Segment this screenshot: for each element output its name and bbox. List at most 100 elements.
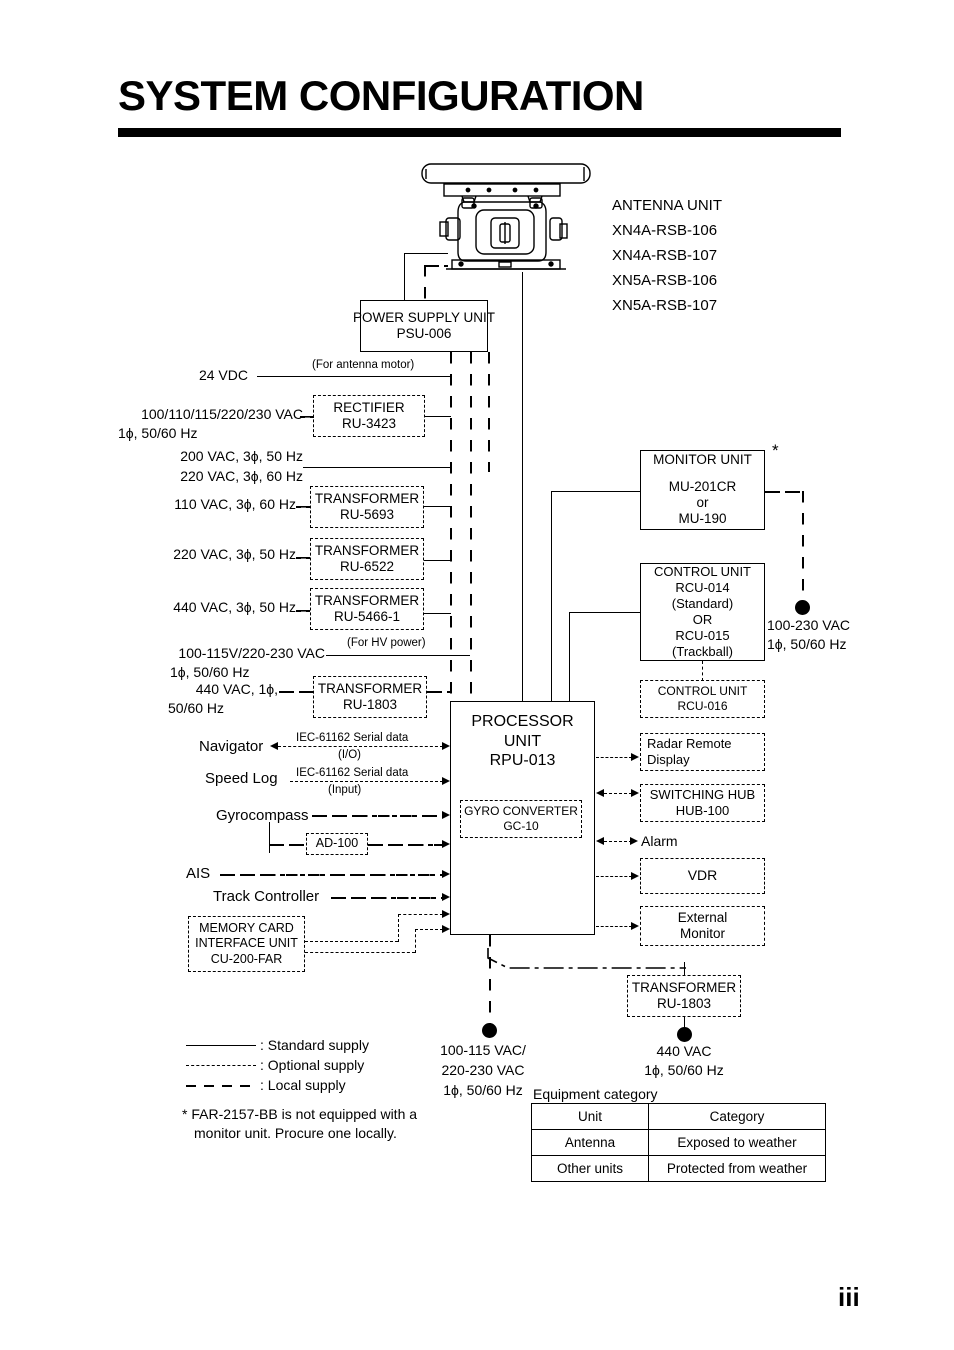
unit-transformer-5466[interactable]: TRANSFORMER RU-5466-1 <box>310 588 424 630</box>
arrow-memcard-a <box>442 910 450 918</box>
arrow-hub-right <box>631 789 639 797</box>
ad100-label: AD-100 <box>315 836 359 851</box>
tr5466-line-1: TRANSFORMER <box>314 592 420 608</box>
power-dot-bottom-right <box>677 1027 692 1042</box>
wire-ext-monitor <box>596 926 632 927</box>
monitor-line-3: MU-201CR <box>668 478 737 494</box>
wire-antenna-left-1-down <box>404 253 405 300</box>
unit-transformer-5693[interactable]: TRANSFORMER RU-5693 <box>310 486 424 528</box>
unit-transformer-6522[interactable]: TRANSFORMER RU-6522 <box>310 538 424 580</box>
wire-tr5693-out <box>424 506 451 507</box>
unit-radar-remote[interactable]: Radar Remote Display <box>640 733 765 771</box>
unit-control[interactable]: CONTROL UNIT RCU-014 (Standard) OR RCU-0… <box>640 563 765 661</box>
label-navigator: Navigator <box>199 738 264 755</box>
unit-transformer-1803-left[interactable]: TRANSFORMER RU-1803 <box>313 676 427 718</box>
footnote-line-1: * FAR-2157-BB is not equipped with a <box>182 1106 418 1122</box>
monitor-asterisk: * <box>772 441 779 460</box>
wire-tr6522-out <box>424 560 451 561</box>
title-rule <box>118 128 841 137</box>
antenna-model-1: XN4A-RSB-106 <box>612 222 718 239</box>
wire-antenna-left-2-down <box>424 265 426 300</box>
label-200vac: 200 VAC, 3ϕ, 50 Hz <box>180 448 303 464</box>
antenna-model-2: XN4A-RSB-107 <box>612 247 718 264</box>
label-440vac-1ph-b: 50/60 Hz <box>168 700 225 716</box>
wire-monitor-power-h <box>765 491 803 493</box>
table-row: Antenna Exposed to weather <box>531 1129 826 1156</box>
label-440vac-3ph: 440 VAC, 3ϕ, 50 Hz <box>173 599 296 615</box>
unit-transformer-1803-bottom[interactable]: TRANSFORMER RU-1803 <box>627 975 741 1017</box>
rectifier-line-1: RECTIFIER <box>333 399 405 415</box>
label-nav-data-2: (I/O) <box>338 749 361 761</box>
label-supply-bottom-2: 220-230 VAC <box>441 1062 525 1078</box>
label-110vac: 110 VAC, 3ϕ, 60 Hz <box>174 496 296 512</box>
arrow-memcard-b <box>442 925 450 933</box>
label-speed-data-2: (Input) <box>328 784 362 796</box>
wire-3ph-direct <box>303 467 451 468</box>
unit-memory-card[interactable]: MEMORY CARD INTERFACE UNIT CU-200-FAR <box>188 916 305 972</box>
label-hv-hz: 1ϕ, 50/60 Hz <box>170 664 250 680</box>
tr5693-line-1: TRANSFORMER <box>314 490 420 506</box>
wire-hub <box>604 793 632 794</box>
arrow-ad100 <box>442 840 450 848</box>
antenna-heading: ANTENNA UNIT <box>612 197 723 214</box>
wire-transformer-bottom-in <box>684 962 685 976</box>
label-gyrocompass: Gyrocompass <box>216 807 309 824</box>
monitor-line-5: MU-190 <box>678 511 727 527</box>
wire-tr6522-in <box>296 557 310 559</box>
label-speed-log: Speed Log <box>205 770 278 787</box>
unit-external-monitor[interactable]: External Monitor <box>640 906 765 946</box>
label-supply-bottom-1: 100-115 VAC/ <box>440 1042 526 1058</box>
arrow-navigator-left <box>270 742 278 750</box>
unit-ad-100[interactable]: AD-100 <box>306 833 368 855</box>
control-line-2: RCU-014 <box>675 580 730 596</box>
hub-line-1: SWITCHING HUB <box>649 787 756 803</box>
wire-ais <box>220 874 443 876</box>
unit-power-supply[interactable]: POWER SUPPLY UNIT PSU-006 <box>353 300 495 352</box>
psu-line-1: POWER SUPPLY UNIT <box>352 309 496 325</box>
label-alarm: Alarm <box>641 833 678 849</box>
wire-rectifier-out <box>425 416 451 417</box>
control016-line-2: RCU-016 <box>677 699 728 713</box>
cell-other-category: Protected from weather <box>648 1155 826 1182</box>
table-row: Other units Protected from weather <box>531 1155 826 1182</box>
label-supply-100-230-1: 100-230 VAC <box>767 617 851 633</box>
equipment-category-table: Unit Category Antenna Exposed to weather… <box>531 1103 826 1182</box>
tr1803l-line-2: RU-1803 <box>342 697 398 712</box>
label-nav-data-1: IEC-61162 Serial data <box>296 732 409 744</box>
wire-monitor-left <box>551 491 641 492</box>
wire-hv-direct <box>326 655 470 656</box>
bus-psu-c <box>488 352 490 472</box>
arrow-hub-left <box>596 789 604 797</box>
gyro-line-1: GYRO CONVERTER <box>464 804 578 819</box>
tr6522-line-2: RU-6522 <box>339 559 395 574</box>
footnote-line-2: monitor unit. Procure one locally. <box>194 1125 397 1141</box>
unit-switching-hub[interactable]: SWITCHING HUB HUB-100 <box>640 784 765 822</box>
label-track-controller: Track Controller <box>213 888 320 905</box>
processor-line-3: RPU-013 <box>489 752 556 770</box>
power-dot-bottom-left <box>482 1023 497 1038</box>
arrow-vdr <box>631 872 639 880</box>
extmon-line-2: Monitor <box>679 926 725 941</box>
unit-monitor[interactable]: MONITOR UNIT MU-201CR or MU-190 <box>640 450 765 530</box>
legend-swatch-dashed <box>186 1058 260 1072</box>
wire-memcard-b3 <box>415 929 443 930</box>
wire-ad100-in <box>269 844 306 846</box>
unit-control-016[interactable]: CONTROL UNIT RCU-016 <box>640 680 765 718</box>
wire-antenna-left-2 <box>424 265 448 267</box>
label-speed-data-1: IEC-61162 Serial data <box>296 767 409 779</box>
wire-tr5466-out <box>424 613 451 614</box>
legend-item-optional: : Optional supply <box>186 1054 369 1074</box>
label-supply-100-230-2: 1ϕ, 50/60 Hz <box>767 636 847 652</box>
processor-line-2: UNIT <box>503 732 542 750</box>
legend: : Standard supply : Optional supply : Lo… <box>186 1034 369 1094</box>
cell-antenna-category: Exposed to weather <box>648 1129 826 1156</box>
wire-radar-remote <box>596 757 632 758</box>
unit-rectifier[interactable]: RECTIFIER RU-3423 <box>313 395 425 437</box>
unit-vdr[interactable]: VDR <box>640 858 765 894</box>
unit-gyro-converter[interactable]: GYRO CONVERTER GC-10 <box>460 800 582 838</box>
wire-track-controller <box>331 897 443 899</box>
header-unit: Unit <box>531 1103 649 1130</box>
arrow-ext-monitor <box>631 922 639 930</box>
wire-antenna-base-bus <box>522 272 523 701</box>
power-dot-monitor <box>795 600 810 615</box>
